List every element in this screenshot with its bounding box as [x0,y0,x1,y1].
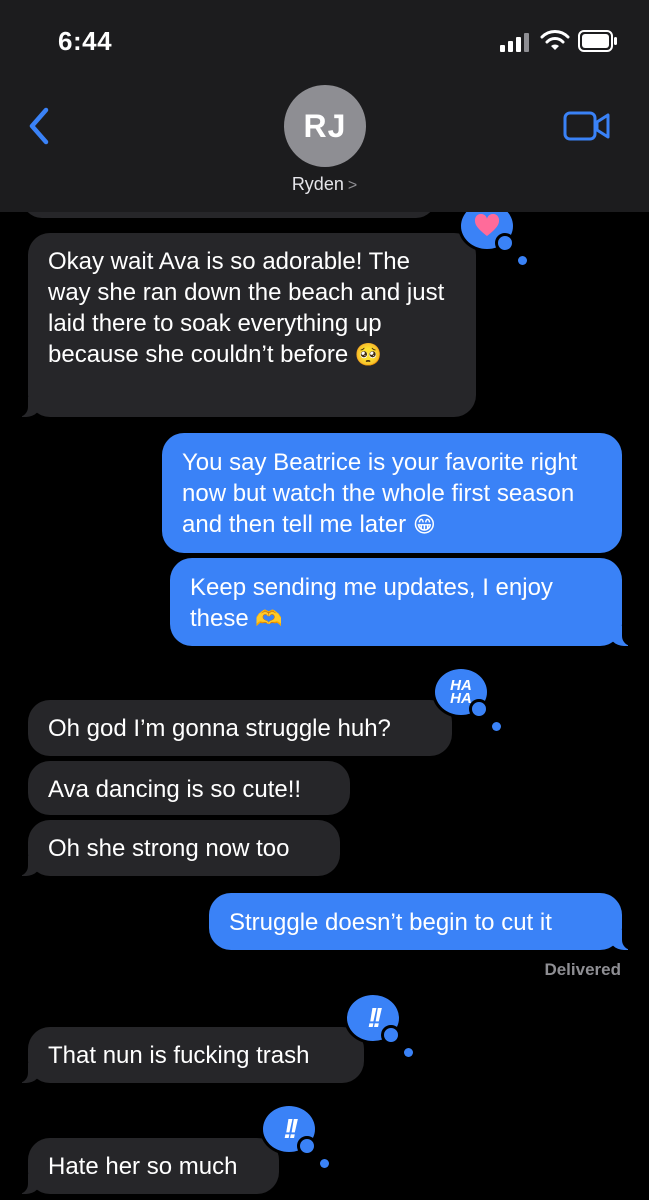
cellular-signal-icon [500,33,529,52]
outgoing-message[interactable]: Keep sending me updates, I enjoy these 🫶 [170,558,632,646]
message-text: You say Beatrice is your favorite right … [182,449,578,538]
chevron-right-icon: > [347,177,358,194]
message-text: Ava dancing is so cute!! [48,776,302,803]
exclamation-icon: !! [367,1002,383,1033]
emphasis-reaction[interactable]: !! [344,992,413,1057]
incoming-message[interactable]: Okay wait Ava is so adorable! The way sh… [18,233,476,417]
avatar-initials: RJ [303,107,347,144]
message-text: Keep sending me updates, I enjoy these [190,574,553,632]
pleading-face-emoji: 🥺 [354,343,383,368]
facetime-video-icon[interactable] [562,108,612,144]
message-text: Hate her so much [48,1153,238,1180]
message-text: Struggle doesn’t begin to cut it [229,909,552,936]
message-text: Okay wait Ava is so adorable! The way sh… [48,248,445,368]
battery-icon [578,30,617,52]
status-time: 6:44 [58,26,113,56]
outgoing-message[interactable]: You say Beatrice is your favorite right … [162,433,622,553]
message-text: Oh she strong now too [48,835,290,862]
outgoing-message[interactable]: Struggle doesn’t begin to cut it [209,893,632,950]
contact-avatar[interactable]: RJ [284,85,366,167]
message-text: That nun is fucking trash [48,1042,310,1069]
incoming-message[interactable]: Oh god I’m gonna struggle huh? [28,700,452,756]
contact-name: Ryden [291,174,344,194]
delivered-status: Delivered [544,960,621,979]
incoming-message[interactable]: Ava dancing is so cute!! [28,761,350,815]
emphasis-reaction[interactable]: !! [260,1103,329,1168]
wifi-icon [540,30,570,50]
contact-name-link[interactable]: Ryden > [0,174,649,195]
conversation-header: 6:44 RJ Ryden > [0,0,649,212]
message-text: Oh god I’m gonna struggle huh? [48,715,391,742]
back-chevron-icon[interactable] [22,104,58,148]
incoming-message[interactable]: Oh she strong now too [18,820,340,876]
incoming-message[interactable]: That nun is fucking trash [18,1027,364,1083]
heart-icon [474,214,500,236]
incoming-message[interactable]: Hate her so much [18,1138,279,1194]
heart-hands-emoji: 🫶 [255,607,283,632]
exclamation-icon: !! [283,1113,299,1144]
grinning-emoji: 😁 [412,513,436,538]
haha-reaction[interactable]: HA HA [432,666,501,731]
